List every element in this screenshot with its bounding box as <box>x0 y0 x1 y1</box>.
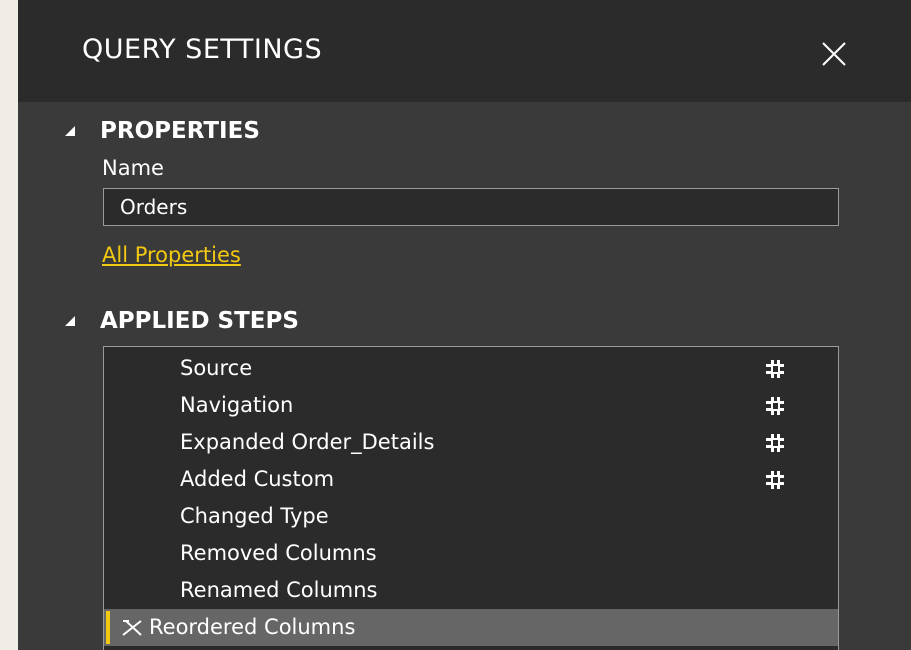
panel-title: QUERY SETTINGS <box>82 34 323 65</box>
step-added-custom[interactable]: Added Custom <box>104 461 838 498</box>
gear-icon[interactable] <box>764 358 786 380</box>
query-settings-panel: QUERY SETTINGS PROPERTIES Name All Prope… <box>18 0 911 650</box>
gear-icon[interactable] <box>764 395 786 417</box>
step-label: Navigation <box>180 393 294 417</box>
all-properties-link[interactable]: All Properties <box>102 245 241 266</box>
step-renamed-columns[interactable]: Renamed Columns <box>104 572 838 609</box>
delete-step-icon[interactable] <box>120 616 144 640</box>
step-label: Changed Type <box>180 504 329 528</box>
step-label: Reordered Columns <box>149 615 356 639</box>
applied-steps-section-header[interactable]: APPLIED STEPS <box>62 306 299 336</box>
step-label: Added Custom <box>180 467 335 491</box>
selection-indicator <box>106 611 110 644</box>
step-removed-columns[interactable]: Removed Columns <box>104 535 838 572</box>
applied-steps-list: Source Navigation Expanded Order_Details <box>103 346 839 650</box>
applied-steps-section-label: APPLIED STEPS <box>100 307 299 334</box>
gear-icon[interactable] <box>764 469 786 491</box>
close-icon <box>822 42 846 66</box>
step-source[interactable]: Source <box>104 350 838 387</box>
step-changed-type[interactable]: Changed Type <box>104 498 838 535</box>
collapse-triangle-icon <box>65 316 75 326</box>
close-button[interactable] <box>814 34 854 74</box>
collapse-triangle-icon <box>65 126 75 136</box>
step-label: Source <box>180 356 253 380</box>
step-navigation[interactable]: Navigation <box>104 387 838 424</box>
name-input[interactable] <box>103 188 839 226</box>
gear-icon[interactable] <box>764 432 786 454</box>
panel-header: QUERY SETTINGS <box>18 0 911 102</box>
properties-section-header[interactable]: PROPERTIES <box>62 116 260 146</box>
step-expanded-order-details[interactable]: Expanded Order_Details <box>104 424 838 461</box>
name-label: Name <box>102 156 164 180</box>
step-reordered-columns[interactable]: Reordered Columns <box>104 609 838 646</box>
step-label: Removed Columns <box>180 541 377 565</box>
step-label: Renamed Columns <box>180 578 378 602</box>
properties-section-label: PROPERTIES <box>100 117 260 144</box>
step-label: Expanded Order_Details <box>180 430 435 454</box>
